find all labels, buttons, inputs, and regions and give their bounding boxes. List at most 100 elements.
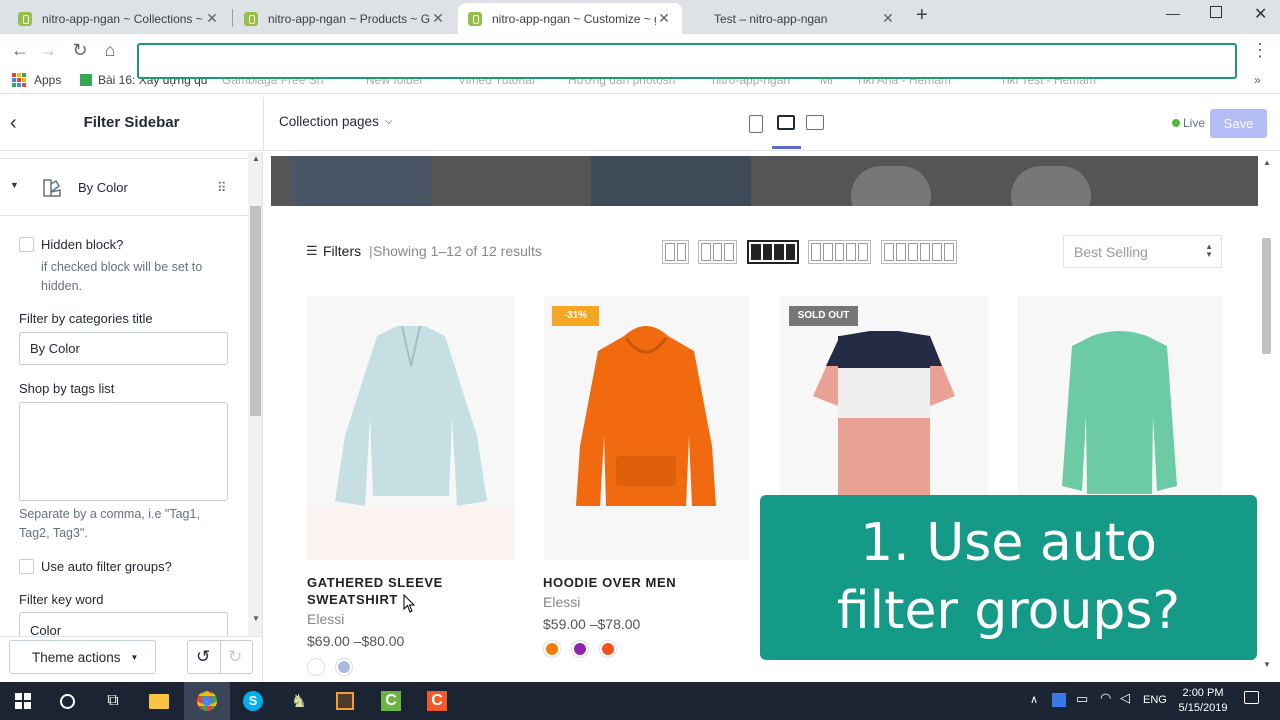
bookmark-favicon-icon [80,74,92,86]
scroll-up-icon[interactable]: ▲ [252,154,260,163]
bookmarks-overflow-icon[interactable]: » [1254,72,1261,88]
color-swatch[interactable] [544,641,560,657]
undo-icon[interactable]: ↺ [196,647,210,667]
product-vendor: Elessi [543,594,581,610]
skype-icon[interactable]: S [230,682,276,720]
product-price: $69.00 –$80.00 [307,633,405,649]
search-circle-icon[interactable] [44,682,90,720]
color-swatch[interactable] [572,641,588,657]
tray-app-icon[interactable] [1052,693,1066,707]
windows-start-icon[interactable] [0,682,46,720]
new-tab-button[interactable]: + [916,4,928,27]
scroll-down-icon[interactable]: ▼ [252,614,260,623]
browser-tab[interactable]: Test – nitro-app-ngan ✕ [684,3,906,34]
divider [220,641,221,673]
recorder-icon[interactable]: C [414,682,460,720]
chrome-icon[interactable] [184,682,230,720]
file-explorer-icon[interactable] [136,682,182,720]
filters-toggle[interactable]: Filters [323,243,361,259]
save-button[interactable]: Save [1210,109,1267,138]
sort-label: Best Selling [1074,243,1148,260]
browser-tab-active[interactable]: nitro-app-ngan ~ Customize ~ g ✕ [458,3,682,34]
layout-6-columns[interactable] [881,240,957,264]
color-swatch[interactable] [308,659,324,675]
system-clock[interactable]: 2:00 PM 5/15/2019 [1170,686,1236,716]
filter-keyword-label: Filter key word [19,592,104,607]
filter-keyword-input[interactable]: Color [19,612,228,636]
sublime-icon[interactable] [322,682,368,720]
maximize-window-icon[interactable] [1210,6,1222,18]
product-image[interactable] [1017,296,1222,496]
product-image[interactable] [544,296,749,560]
categories-title-input[interactable]: By Color [19,332,228,365]
notification-icon[interactable] [1244,691,1259,704]
menu-dots-icon[interactable]: ⋮ [1250,40,1270,60]
live-status-dot-icon [1172,119,1180,127]
layout-5-columns[interactable] [808,240,871,264]
close-tab-icon[interactable]: ✕ [204,10,220,27]
fullscreen-view-icon[interactable] [806,115,824,130]
desktop-view-icon[interactable] [777,115,795,130]
minimize-window-icon[interactable]: — [1166,5,1180,21]
bookmark-label: Apps [34,73,62,87]
sidebar-scrollbar[interactable]: ▲ ▼ [248,152,262,636]
home-icon[interactable]: ⌂ [100,40,120,60]
tray-network-icon[interactable]: ▭ [1076,691,1088,707]
browser-tab[interactable]: nitro-app-ngan ~ Collections ~ T ✕ [8,3,230,34]
scroll-down-icon[interactable]: ▼ [1263,660,1271,669]
clock-date: 5/15/2019 [1178,702,1228,714]
tags-list-textarea[interactable] [19,402,228,501]
filters-icon[interactable]: ☰ [306,243,318,259]
address-bar[interactable] [137,43,1237,79]
tray-chevron-icon[interactable]: ∧ [1030,693,1038,706]
page-type-select[interactable]: Collection pages ⌵ [279,114,392,129]
close-tab-icon[interactable]: ✕ [880,10,896,27]
sweater-image [1062,331,1177,494]
scrollbar-thumb[interactable] [250,206,261,416]
auto-filter-groups-checkbox[interactable] [19,559,34,574]
browser-tab[interactable]: nitro-app-ngan ~ Products ~ Ga ✕ [234,3,456,34]
collapse-caret-icon[interactable]: ▼ [10,180,19,190]
color-swatch[interactable] [336,659,352,675]
block-title: By Color [78,180,128,195]
product-vendor: Elessi [307,611,345,627]
hidden-block-checkbox[interactable] [19,237,34,252]
active-view-indicator [772,146,801,149]
app-icon[interactable]: ♞ [276,682,322,720]
color-swatch[interactable] [600,641,616,657]
product-image[interactable] [780,296,988,496]
tab-title: nitro-app-ngan ~ Collections ~ T [42,11,204,26]
forward-arrow-icon[interactable]: → [38,40,58,60]
tab-title: nitro-app-ngan ~ Products ~ Ga [268,11,430,26]
product-image[interactable] [307,296,515,560]
bookmark-apps[interactable]: Apps [12,72,61,88]
wifi-icon[interactable]: ◠ [1100,690,1111,706]
back-arrow-icon[interactable]: ← [10,40,30,60]
banner-shoe-shape [851,166,931,206]
divider [263,97,264,151]
camtasia-icon[interactable]: C [368,682,414,720]
close-window-icon[interactable]: ✕ [1254,4,1267,24]
sort-select[interactable]: Best Selling ▲ ▼ [1063,235,1222,268]
volume-icon[interactable]: ◁ [1120,690,1130,706]
close-tab-icon[interactable]: ✕ [430,10,446,27]
reload-icon[interactable]: ↻ [70,40,90,60]
layout-3-columns[interactable] [698,240,737,264]
product-name[interactable]: HOODIE OVER MEN [543,574,743,591]
scrollbar-thumb[interactable] [1262,238,1271,354]
task-view-icon[interactable]: ⧉ [90,682,136,720]
overlay-line: filter groups? [836,581,1181,641]
close-tab-icon[interactable]: ✕ [656,10,672,27]
drag-handle-icon[interactable]: ⠿ [217,180,227,196]
redo-icon[interactable]: ↻ [228,647,242,667]
sort-arrows-icon: ▲ ▼ [1205,242,1213,259]
language-indicator[interactable]: ENG [1143,694,1167,706]
preview-scrollbar[interactable]: ▲ ▼ [1258,152,1275,682]
results-count: Showing 1–12 of 12 results [373,243,542,259]
mobile-view-icon[interactable] [749,115,763,133]
scroll-up-icon[interactable]: ▲ [1263,158,1271,167]
layout-4-columns[interactable] [747,240,799,264]
layout-2-columns[interactable] [662,240,689,264]
tab-title: Test – nitro-app-ngan [714,11,828,26]
theme-actions-button[interactable]: Theme actions ▼ [9,640,156,674]
